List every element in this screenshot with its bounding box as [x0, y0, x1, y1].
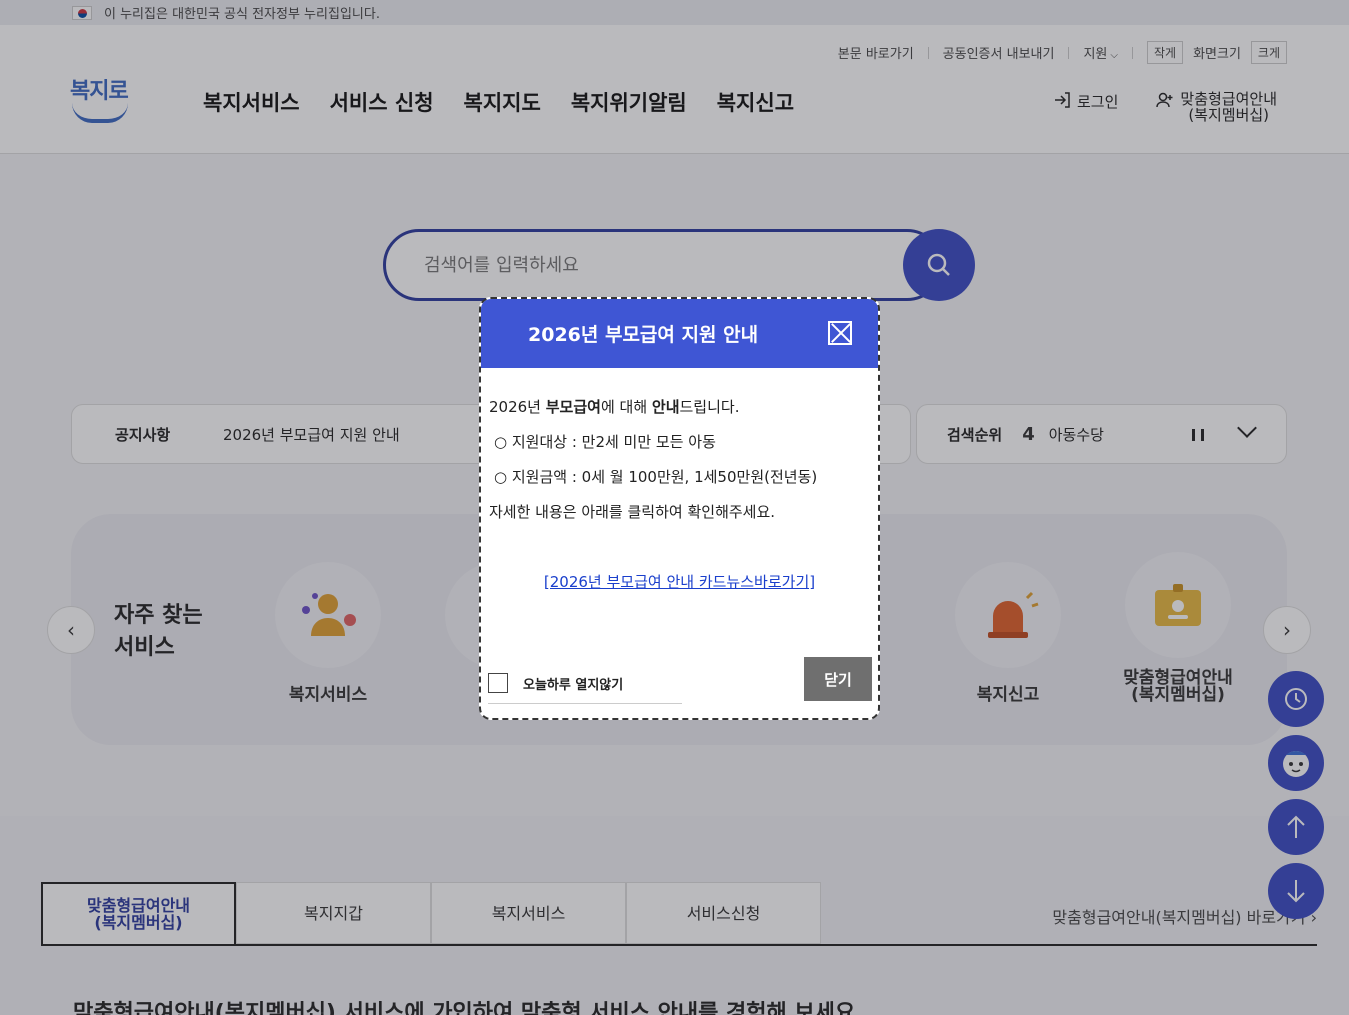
modal-line1: 2026년 부모급여에 대해 안내드립니다.	[489, 398, 740, 416]
popup-modal: 2026년 부모급여 지원 안내 2026년 부모급여에 대해 안내드립니다. …	[479, 297, 880, 720]
dont-show-today-label[interactable]: 오늘하루 열지않기	[523, 674, 623, 693]
modal-header: 2026년 부모급여 지원 안내	[481, 299, 878, 368]
modal-line3: ○ 지원금액 : 0세 월 100만원, 1세50만원(전년동)	[494, 468, 818, 486]
dont-show-today-checkbox[interactable]	[488, 673, 508, 693]
footer-divider	[488, 703, 682, 704]
modal-line4: 자세한 내용은 아래를 클릭하여 확인해주세요.	[489, 503, 776, 521]
modal-body: 2026년 부모급여에 대해 안내드립니다. ○ 지원대상 : 만2세 미만 모…	[481, 368, 878, 600]
modal-title: 2026년 부모급여 지원 안내	[528, 324, 759, 346]
modal-close-button[interactable]: 닫기	[804, 657, 872, 701]
close-icon[interactable]	[828, 321, 852, 345]
modal-line2: ○ 지원대상 : 만2세 미만 모든 아동	[494, 433, 716, 451]
modal-footer: 오늘하루 열지않기 닫기	[481, 648, 878, 718]
card-news-link[interactable]: [2026년 부모급여 안내 카드뉴스바로가기]	[489, 565, 870, 600]
